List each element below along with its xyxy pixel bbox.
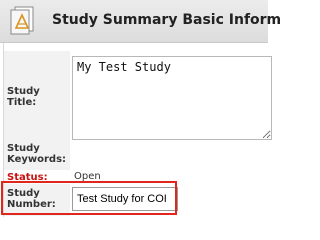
study-title-label: Study Title: <box>7 86 40 108</box>
status-value: Open <box>74 171 101 182</box>
study-summary-form: Study Title: My Test Study Study Keyword… <box>3 43 272 217</box>
study-number-field[interactable] <box>72 187 178 211</box>
study-keywords-label: Study Keywords: <box>7 143 67 165</box>
page-header: Study Summary Basic Inform <box>0 0 281 43</box>
study-keywords-field[interactable] <box>72 143 272 169</box>
page-title: Study Summary Basic Inform <box>52 12 282 28</box>
status-label: Status: <box>7 172 48 183</box>
study-title-field[interactable]: My Test Study <box>72 56 272 140</box>
study-number-label: Study Number: <box>7 188 56 210</box>
study-document-icon <box>10 6 34 35</box>
